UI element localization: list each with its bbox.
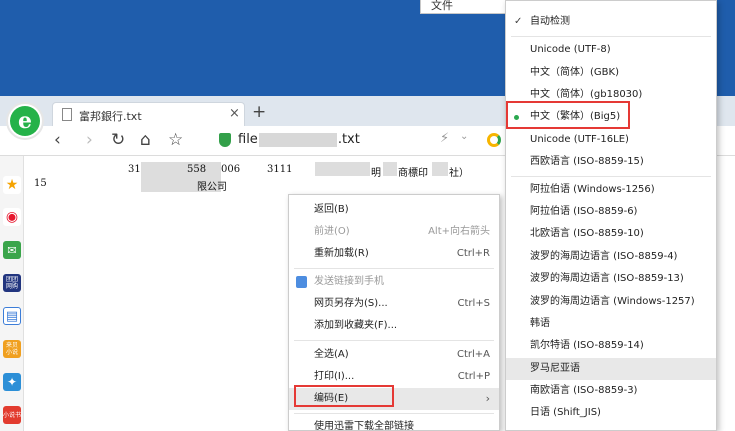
menu-item-thunder-download[interactable]: 使用迅雷下载全部链接 bbox=[289, 416, 499, 431]
encoding-windows-1256[interactable]: 阿拉伯语 (Windows-1256) bbox=[506, 179, 716, 201]
tab-title: 富邦銀行.txt bbox=[79, 110, 142, 123]
encoding-iso-8859-15[interactable]: 西欧语言 (ISO-8859-15) bbox=[506, 151, 716, 173]
back-icon[interactable]: ‹ bbox=[54, 130, 61, 150]
text-cell: 限公司 bbox=[197, 182, 227, 193]
menu-item-encoding[interactable]: 编码(E) › bbox=[289, 388, 499, 410]
tab-current[interactable]: 富邦銀行.txt × bbox=[52, 102, 245, 126]
chevron-right-icon: › bbox=[485, 392, 490, 405]
home-icon[interactable]: ⌂ bbox=[140, 130, 151, 150]
check-icon: ✓ bbox=[514, 16, 523, 27]
speed-mode-icon[interactable]: ⚡ bbox=[440, 131, 449, 146]
selected-dot-icon bbox=[514, 115, 519, 120]
text-cell: 31 bbox=[128, 164, 141, 175]
sidebar-weibo-icon[interactable]: ◉ bbox=[3, 208, 21, 226]
redacted-area bbox=[315, 162, 370, 176]
sidebar-tuan-icon[interactable]: 团团 网购 bbox=[3, 274, 21, 292]
text-cell: 006 bbox=[221, 164, 241, 175]
favorite-icon[interactable]: ☆ bbox=[168, 130, 183, 150]
menu-item-forward[interactable]: 前进(O) Alt+向右箭头 bbox=[289, 221, 499, 243]
menu-item-back[interactable]: 返回(B) bbox=[289, 199, 499, 221]
redacted-area bbox=[383, 162, 397, 176]
sidebar-favorite-icon[interactable]: ★ bbox=[3, 176, 21, 194]
encoding-iso-8859-14[interactable]: 凯尔特语 (ISO-8859-14) bbox=[506, 335, 716, 357]
text-cell: 3111 bbox=[267, 164, 293, 175]
tab-close-icon[interactable]: × bbox=[229, 106, 240, 121]
url-redacted bbox=[258, 132, 337, 147]
menu-item-save-as[interactable]: 网页另存为(S)... Ctrl+S bbox=[289, 293, 499, 315]
menu-item-add-favorite[interactable]: 添加到收藏夹(F)... bbox=[289, 315, 499, 337]
text-cell: 15 bbox=[34, 178, 47, 189]
menu-divider bbox=[294, 268, 494, 269]
menu-item-reload[interactable]: 重新加载(R) Ctrl+R bbox=[289, 243, 499, 265]
menu-divider bbox=[294, 340, 494, 341]
encoding-utf8[interactable]: Unicode (UTF-8) bbox=[506, 39, 716, 61]
encoding-iso-8859-13[interactable]: 波罗的海周边语言 (ISO-8859-13) bbox=[506, 268, 716, 290]
sidebar-mail-icon[interactable]: ✉ bbox=[3, 241, 21, 259]
menu-item-send-to-phone[interactable]: 发送链接到手机 bbox=[289, 271, 499, 293]
sidebar: ★ ◉ ✉ 团团 网购 ▤ 来贝 小说 ✦ 小说书 bbox=[0, 156, 24, 431]
url-text: file .txt bbox=[238, 132, 360, 147]
encoding-windows-1257[interactable]: 波罗的海周边语言 (Windows-1257) bbox=[506, 291, 716, 313]
menu-divider bbox=[511, 176, 711, 177]
encoding-submenu: ✓ 自动检测 Unicode (UTF-8) 中文（简体）(GBK) 中文（简体）… bbox=[505, 0, 717, 431]
menu-item-select-all[interactable]: 全选(A) Ctrl+A bbox=[289, 344, 499, 366]
encoding-iso-8859-10[interactable]: 北欧语言 (ISO-8859-10) bbox=[506, 223, 716, 245]
text-cell: 明 bbox=[371, 168, 381, 179]
text-cell: 558 bbox=[187, 164, 207, 175]
sidebar-game-icon[interactable]: 来贝 小说 bbox=[3, 340, 21, 358]
shield-icon bbox=[219, 133, 231, 147]
forward-icon[interactable]: › bbox=[86, 130, 93, 150]
chevron-down-icon[interactable]: ⌄ bbox=[460, 131, 468, 142]
menu-divider bbox=[294, 413, 494, 414]
text-cell: 商標印 bbox=[398, 168, 428, 179]
encoding-iso-8859-3[interactable]: 南欧语言 (ISO-8859-3) bbox=[506, 380, 716, 402]
extension-icon[interactable] bbox=[487, 133, 501, 147]
desktop-file-button[interactable]: 文件 bbox=[420, 0, 510, 14]
phone-icon bbox=[296, 276, 307, 288]
browser-logo[interactable]: e bbox=[6, 102, 44, 140]
menu-item-print[interactable]: 打印(I)... Ctrl+P bbox=[289, 366, 499, 388]
encoding-gb18030[interactable]: 中文（简体）(gb18030) bbox=[506, 84, 716, 106]
address-bar[interactable]: file .txt ⚡ ⌄ bbox=[212, 130, 510, 152]
encoding-big5[interactable]: 中文（繁体）(Big5) bbox=[506, 106, 716, 128]
encoding-iso-8859-6[interactable]: 阿拉伯语 (ISO-8859-6) bbox=[506, 201, 716, 223]
encoding-korean[interactable]: 韩语 bbox=[506, 313, 716, 335]
page-icon bbox=[62, 108, 72, 121]
reload-icon[interactable]: ↻ bbox=[111, 130, 125, 150]
encoding-auto-detect[interactable]: ✓ 自动检测 bbox=[506, 11, 716, 33]
sidebar-bird-icon[interactable]: ✦ bbox=[3, 373, 21, 391]
encoding-gbk[interactable]: 中文（简体）(GBK) bbox=[506, 62, 716, 84]
encoding-romanian[interactable]: 罗马尼亚语 bbox=[506, 358, 716, 380]
text-cell: 社） bbox=[449, 168, 469, 179]
redacted-area bbox=[432, 162, 448, 176]
menu-divider bbox=[511, 36, 711, 37]
sidebar-novel-icon[interactable]: 小说书 bbox=[3, 406, 21, 424]
context-menu: 返回(B) 前进(O) Alt+向右箭头 重新加载(R) Ctrl+R 发送链接到手… bbox=[288, 194, 500, 431]
sidebar-doc-icon[interactable]: ▤ bbox=[3, 307, 21, 325]
new-tab-button[interactable]: + bbox=[252, 102, 266, 122]
encoding-shift-jis[interactable]: 日语 (Shift_JIS) bbox=[506, 402, 716, 424]
encoding-utf16le[interactable]: Unicode (UTF-16LE) bbox=[506, 129, 716, 151]
browser-logo-icon: e bbox=[10, 106, 40, 136]
encoding-iso-8859-4[interactable]: 波罗的海周边语言 (ISO-8859-4) bbox=[506, 246, 716, 268]
